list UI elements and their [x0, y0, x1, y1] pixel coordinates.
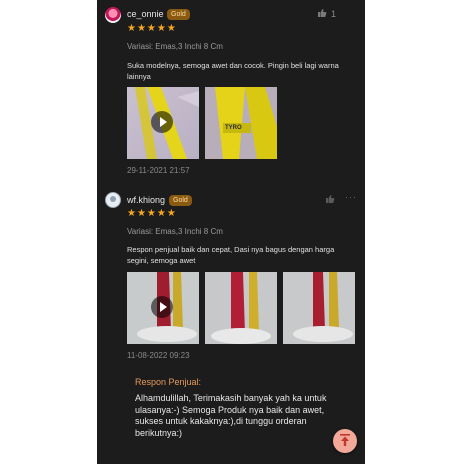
review-date: 29-11-2021 21:57	[127, 166, 190, 175]
gold-badge: Gold	[167, 9, 190, 20]
reviewer-name[interactable]: wf.khiong	[127, 195, 165, 205]
play-icon[interactable]	[151, 111, 173, 133]
review-text: Respon penjual baik dan cepat, Dasi nya …	[127, 245, 335, 265]
thumbs-up-icon[interactable]	[325, 194, 335, 206]
variant-label: Variasi: Emas,3 Inchi 8 Cm	[127, 42, 223, 51]
more-dots-icon[interactable]: ···	[345, 192, 357, 202]
avatar[interactable]	[105, 7, 121, 23]
review-video-thumbnail[interactable]	[127, 87, 199, 159]
star-rating: ★★★★★	[127, 23, 177, 34]
review-text: Suka modelnya, semoga awet dan cocok. Pi…	[127, 61, 339, 81]
review-photo-thumbnail[interactable]	[283, 272, 355, 344]
review-photo-thumbnail[interactable]: TYRO	[205, 87, 277, 159]
gold-badge: Gold	[169, 195, 192, 206]
seller-response-text: Alhamdulillah, Terimakasih banyak yah ka…	[135, 393, 327, 438]
star-rating: ★★★★★	[127, 208, 177, 219]
review-screen: ce_onnie Gold 1 ★★★★★ Variasi: Emas,3 In…	[97, 0, 365, 464]
review-date: 11-08-2022 09:23	[127, 351, 190, 360]
seller-response-label: Respon Penjual:	[135, 377, 202, 387]
thumbs-up-icon[interactable]	[317, 8, 327, 20]
play-icon[interactable]	[151, 296, 173, 318]
variant-label: Variasi: Emas,3 Inchi 8 Cm	[127, 227, 223, 236]
product-label-text: TYRO	[225, 125, 242, 131]
review-video-thumbnail[interactable]	[127, 272, 199, 344]
like-count: 1	[330, 9, 336, 19]
review-photo-thumbnail[interactable]	[205, 272, 277, 344]
reviewer-name[interactable]: ce_onnie	[127, 9, 164, 19]
arrow-up-to-top-icon	[340, 434, 350, 446]
scroll-to-top-button[interactable]	[333, 429, 357, 453]
avatar[interactable]	[105, 192, 121, 208]
